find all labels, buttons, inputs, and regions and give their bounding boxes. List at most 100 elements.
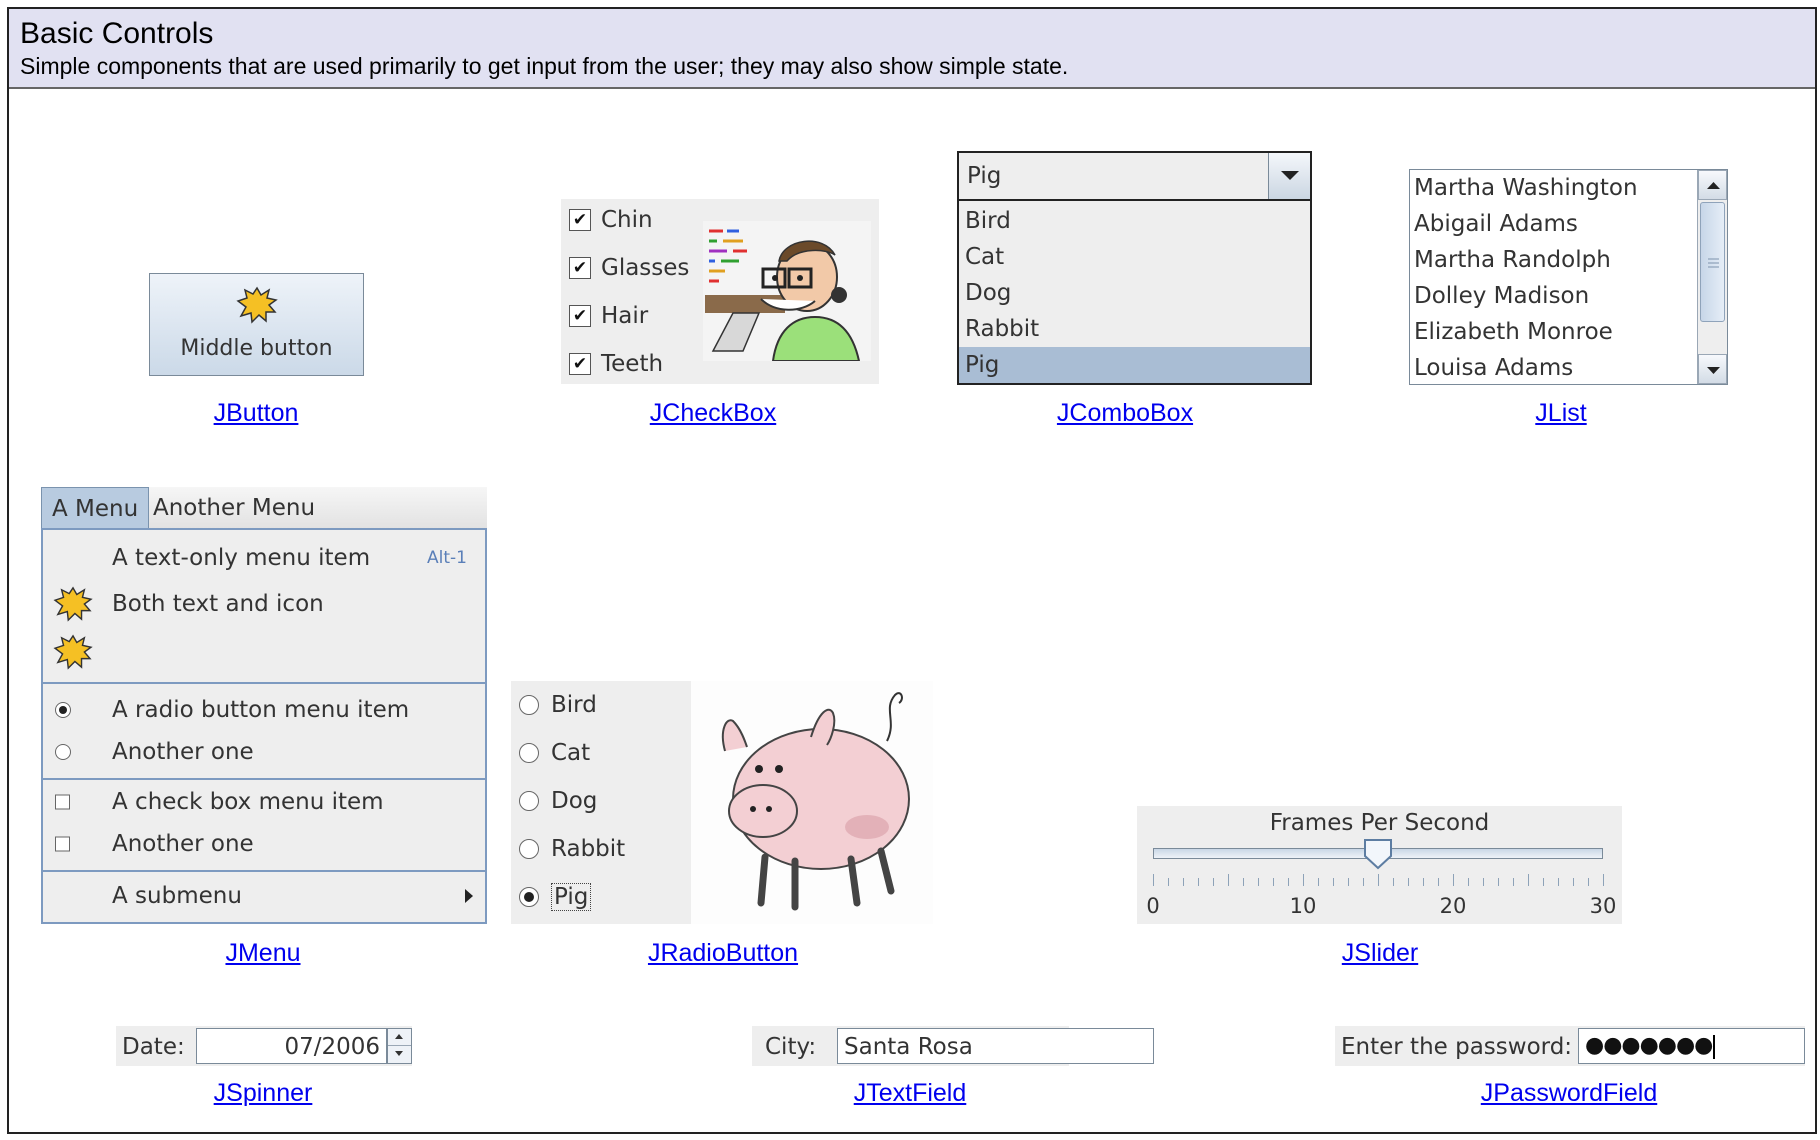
jcombobox-link[interactable]: JComboBox bbox=[1057, 399, 1193, 428]
combo-option-bird[interactable]: Bird bbox=[959, 203, 1310, 239]
menu-separator bbox=[43, 870, 485, 872]
slider-tick bbox=[1393, 878, 1394, 886]
password-label: Enter the password: bbox=[1341, 1034, 1573, 1060]
checkbox-icon bbox=[55, 794, 70, 810]
password-demo: Enter the password: ●●●●●●● bbox=[1335, 1026, 1805, 1066]
jcheckbox-link[interactable]: JCheckBox bbox=[650, 399, 776, 428]
check-icon: ✔ bbox=[569, 305, 591, 327]
radio-dog[interactable]: Dog bbox=[519, 784, 597, 818]
slider-tick bbox=[1273, 878, 1274, 886]
city-field[interactable]: Santa Rosa bbox=[837, 1028, 1154, 1064]
slider-tick bbox=[1603, 874, 1604, 886]
jtextfield-link[interactable]: JTextField bbox=[854, 1079, 967, 1108]
menu-separator bbox=[43, 682, 485, 684]
radio-cat[interactable]: Cat bbox=[519, 736, 590, 770]
combo-option-cat[interactable]: Cat bbox=[959, 239, 1310, 275]
list-item[interactable]: Martha Randolph bbox=[1414, 242, 1611, 278]
scroll-down-button[interactable] bbox=[1698, 354, 1727, 384]
list-item[interactable]: Martha Washington bbox=[1414, 170, 1638, 206]
menu-another[interactable]: Another Menu bbox=[143, 487, 325, 529]
spinner-label: Date: bbox=[122, 1034, 185, 1060]
menu-item-icon-only[interactable] bbox=[43, 630, 485, 674]
demo-window: Basic Controls Simple components that ar… bbox=[7, 7, 1817, 1134]
checkbox-teeth[interactable]: ✔ Teeth bbox=[569, 348, 663, 380]
jlist-link[interactable]: JList bbox=[1535, 399, 1586, 428]
menu-item-submenu[interactable]: A submenu bbox=[43, 874, 485, 918]
jbutton-link[interactable]: JButton bbox=[214, 399, 299, 428]
radio-pig[interactable]: Pig bbox=[519, 880, 592, 914]
menu-item-radio-2[interactable]: Another one bbox=[43, 730, 485, 774]
checkbox-chin[interactable]: ✔ Chin bbox=[569, 204, 653, 236]
combo-option-dog[interactable]: Dog bbox=[959, 275, 1310, 311]
date-spinner-field[interactable]: 07/2006 bbox=[196, 1028, 387, 1064]
combo-field[interactable]: Pig bbox=[959, 153, 1310, 201]
slider-tick bbox=[1558, 878, 1559, 886]
spinner-down-button[interactable] bbox=[388, 1046, 411, 1063]
spinner-buttons bbox=[387, 1028, 412, 1064]
radio-demo: Bird Cat Dog Rabbit Pig bbox=[511, 681, 933, 924]
slider-demo: Frames Per Second 0 10 20 30 bbox=[1137, 806, 1622, 924]
menu-demo: A Menu Another Menu A text-only menu ite… bbox=[41, 487, 487, 924]
list-scrollbar[interactable] bbox=[1697, 170, 1727, 384]
scrollbar-thumb[interactable] bbox=[1700, 202, 1725, 322]
spinner-up-button[interactable] bbox=[388, 1029, 411, 1046]
slider-tick bbox=[1228, 874, 1229, 886]
menu-item-text-icon[interactable]: Both text and icon bbox=[43, 582, 485, 626]
chevron-up-icon bbox=[1707, 182, 1720, 189]
slider-tick bbox=[1408, 878, 1409, 886]
password-field[interactable]: ●●●●●●● bbox=[1578, 1028, 1805, 1064]
combo-box: Pig Bird Cat Dog Rabbit Pig bbox=[957, 151, 1312, 385]
jspinner-link[interactable]: JSpinner bbox=[214, 1079, 313, 1108]
jpasswordfield-link[interactable]: JPasswordField bbox=[1481, 1079, 1657, 1108]
radio-icon bbox=[519, 743, 539, 763]
slider-tick bbox=[1333, 878, 1334, 886]
menu-item-check-1[interactable]: A check box menu item bbox=[43, 780, 485, 824]
jradiobutton-link[interactable]: JRadioButton bbox=[648, 939, 798, 968]
textfield-demo: City: Santa Rosa bbox=[752, 1026, 1154, 1066]
radio-label: Rabbit bbox=[551, 836, 626, 862]
menu-item-radio-1[interactable]: A radio button menu item bbox=[43, 688, 485, 732]
chevron-down-icon bbox=[395, 1051, 403, 1056]
middle-button[interactable]: Middle button bbox=[149, 273, 364, 376]
checkbox-label: Chin bbox=[601, 207, 653, 233]
slider-tick bbox=[1348, 878, 1349, 886]
burst-icon bbox=[53, 586, 93, 622]
jmenu-link[interactable]: JMenu bbox=[225, 939, 300, 968]
slider-tick bbox=[1318, 878, 1319, 886]
menu-item-label: A check box menu item bbox=[112, 789, 384, 815]
check-icon: ✔ bbox=[569, 209, 591, 231]
slider-tick bbox=[1183, 878, 1184, 886]
chevron-down-icon bbox=[1281, 171, 1299, 180]
slider-tick bbox=[1588, 878, 1589, 886]
combo-arrow-button[interactable] bbox=[1268, 153, 1310, 199]
list-item[interactable]: Louisa Adams bbox=[1414, 350, 1573, 384]
jslider-link[interactable]: JSlider bbox=[1342, 939, 1418, 968]
list-item[interactable]: Dolley Madison bbox=[1414, 278, 1589, 314]
check-icon: ✔ bbox=[569, 353, 591, 375]
list-item[interactable]: Abigail Adams bbox=[1414, 206, 1578, 242]
checkbox-demo: ✔ Chin ✔ Glasses ✔ Hair ✔ Teeth bbox=[561, 199, 879, 384]
combo-option-pig[interactable]: Pig bbox=[959, 347, 1310, 383]
slider-tick bbox=[1528, 874, 1529, 886]
checkbox-label: Glasses bbox=[601, 255, 690, 281]
radio-rabbit[interactable]: Rabbit bbox=[519, 832, 625, 866]
combo-option-rabbit[interactable]: Rabbit bbox=[959, 311, 1310, 347]
radio-selected-icon bbox=[55, 702, 71, 718]
slider-tick bbox=[1213, 878, 1214, 886]
menu-item-text-only[interactable]: A text-only menu item Alt-1 bbox=[43, 536, 485, 580]
slider-tick bbox=[1468, 878, 1469, 886]
radio-icon bbox=[519, 839, 539, 859]
slider-thumb[interactable] bbox=[1363, 838, 1393, 870]
list-item[interactable]: Elizabeth Monroe bbox=[1414, 314, 1613, 350]
menu-item-accelerator: Alt-1 bbox=[427, 548, 467, 568]
menu-item-check-2[interactable]: Another one bbox=[43, 822, 485, 866]
checkbox-icon bbox=[55, 836, 70, 852]
checkbox-hair[interactable]: ✔ Hair bbox=[569, 300, 648, 332]
section-title: Basic Controls bbox=[20, 17, 214, 50]
slider-tick bbox=[1498, 878, 1499, 886]
slider-tick bbox=[1513, 878, 1514, 886]
checkbox-glasses[interactable]: ✔ Glasses bbox=[569, 252, 689, 284]
radio-bird[interactable]: Bird bbox=[519, 688, 597, 722]
menu-a[interactable]: A Menu bbox=[41, 487, 150, 529]
scroll-up-button[interactable] bbox=[1698, 170, 1727, 200]
